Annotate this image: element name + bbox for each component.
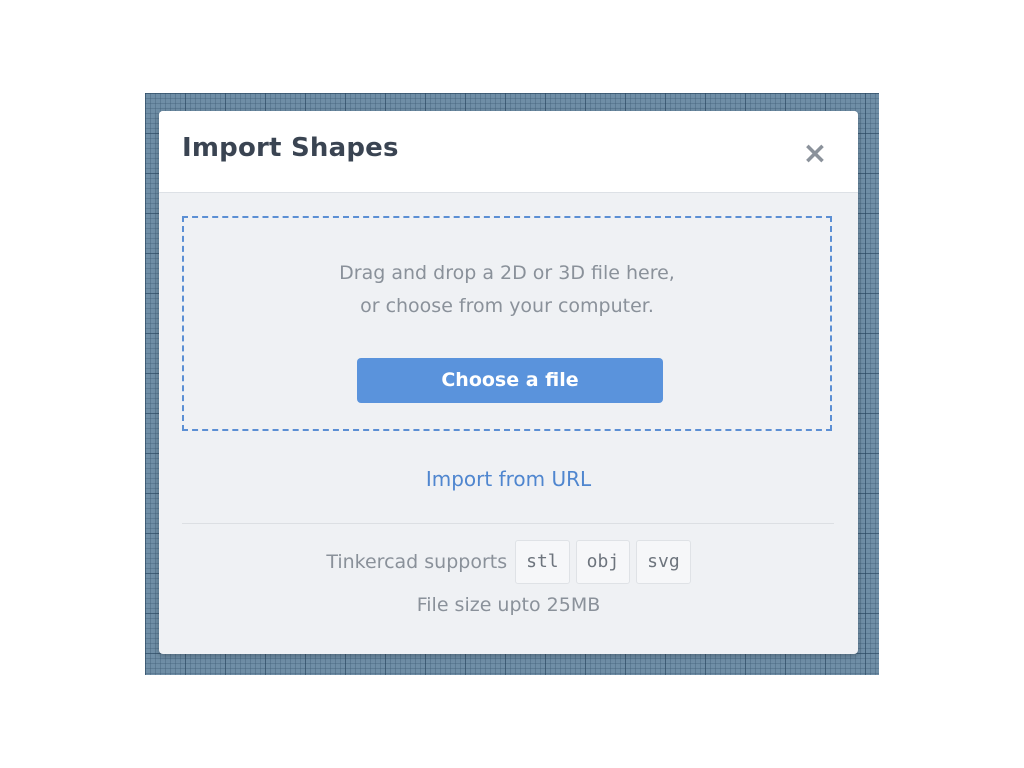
choose-file-button[interactable]: Choose a file [357, 358, 663, 403]
close-icon[interactable]: × [798, 137, 832, 171]
divider [182, 523, 834, 524]
drop-instruction-line-1: Drag and drop a 2D or 3D file here, [339, 262, 675, 284]
supported-formats-row: Tinkercad supports stl obj svg [159, 540, 858, 584]
supports-label: Tinkercad supports [326, 551, 508, 573]
format-chip-svg: svg [636, 540, 691, 584]
dialog-header: Import Shapes × [159, 111, 858, 193]
format-chip-obj: obj [575, 540, 631, 584]
format-chip-stl: stl [515, 540, 570, 584]
import-shapes-dialog: Import Shapes × Drag and drop a 2D or 3D… [159, 111, 858, 654]
file-size-note: File size upto 25MB [416, 594, 601, 616]
dialog-title: Import Shapes [182, 133, 399, 163]
file-drop-zone[interactable]: Drag and drop a 2D or 3D file here, or c… [182, 216, 832, 431]
import-from-url-link[interactable]: Import from URL [159, 467, 858, 491]
drop-instruction-line-2: or choose from your computer. [360, 295, 654, 317]
